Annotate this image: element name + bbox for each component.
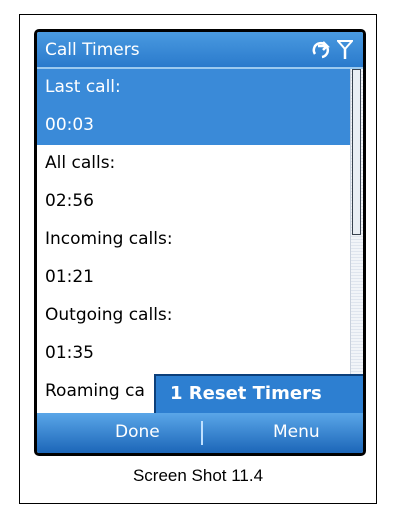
list-item[interactable]: 01:35 (37, 335, 363, 373)
list-item[interactable]: 02:56 (37, 183, 363, 221)
softkey-divider (201, 421, 203, 445)
figure-caption: Screen Shot 11.4 (132, 466, 264, 485)
softkey-bar: Done Menu (37, 413, 363, 453)
menu-softkey[interactable]: Menu (273, 422, 320, 442)
list-item[interactable]: Outgoing calls: (37, 297, 363, 335)
list-item[interactable]: 00:03 (37, 107, 363, 145)
scrollbar-thumb[interactable] (352, 69, 361, 235)
status-icons (311, 40, 353, 60)
title-bar: Call Timers (37, 32, 363, 69)
app-title: Call Timers (45, 40, 140, 60)
reset-timers-label: 1 Reset Timers (170, 383, 322, 404)
list-item[interactable]: Incoming calls: (37, 221, 363, 259)
list-item[interactable]: 01:21 (37, 259, 363, 297)
scrollbar[interactable] (350, 69, 363, 415)
done-softkey[interactable]: Done (115, 422, 160, 442)
figure-frame: Call Timers Last call: 00:03 All calls: 02:… (19, 14, 377, 504)
signal-icon (337, 40, 353, 60)
phone-screen: Call Timers Last call: 00:03 All calls: 02:… (34, 29, 366, 456)
list-item[interactable]: Last call: (37, 69, 363, 107)
sync-icon (311, 40, 333, 60)
reset-timers-menu-item[interactable]: 1 Reset Timers (154, 374, 363, 416)
list-item[interactable]: All calls: (37, 145, 363, 183)
timer-list: Last call: 00:03 All calls: 02:56 Incoming c… (37, 69, 363, 411)
